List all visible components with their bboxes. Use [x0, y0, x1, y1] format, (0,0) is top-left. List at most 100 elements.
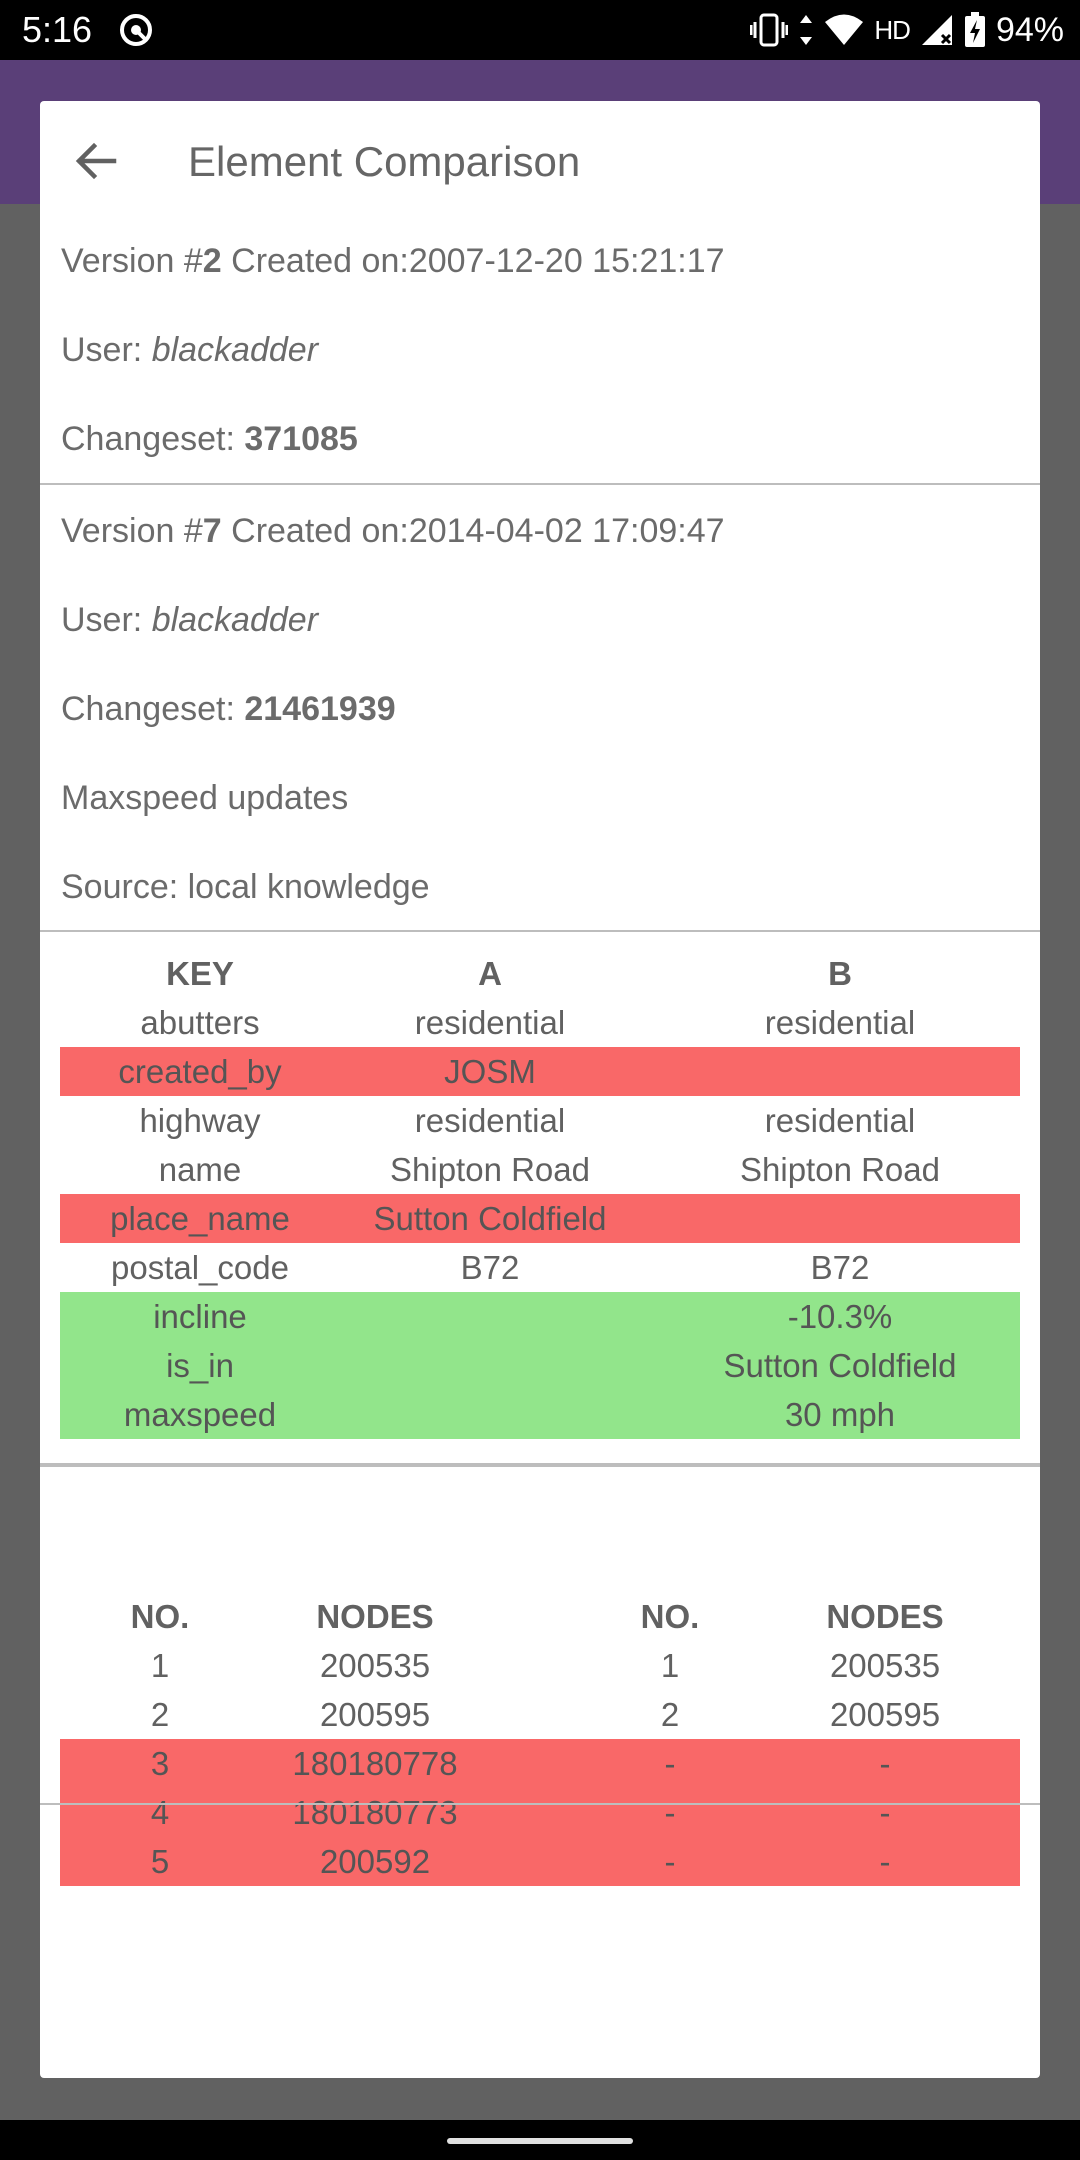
tag-table-header: KEY A B	[60, 949, 1020, 998]
node-index-b: -	[664, 1793, 676, 1831]
status-bar: 5:16 HD 94%	[0, 0, 1080, 60]
column-header-a: A	[478, 954, 502, 992]
section-divider	[40, 1803, 1040, 1805]
version-a-user: User: blackadder	[61, 330, 318, 370]
tag-value-b: residential	[764, 1003, 916, 1041]
tag-key: name	[158, 1150, 242, 1188]
tag-value-a: B72	[460, 1248, 520, 1286]
vibrate-icon	[750, 13, 789, 47]
column-header-no-b: NO.	[640, 1597, 700, 1635]
version-a-created: Version #2 Created on:2007-12-20 15:21:1…	[61, 241, 725, 281]
column-header-no-a: NO.	[130, 1597, 190, 1635]
status-icons: HD 94%	[750, 8, 1064, 52]
node-index-b: 2	[660, 1695, 680, 1733]
node-id-b: 200595	[829, 1695, 941, 1733]
tag-value-b: Shipton Road	[740, 1150, 940, 1188]
battery-charging-icon	[964, 12, 985, 47]
tag-value-a: residential	[414, 1101, 566, 1139]
back-arrow-icon[interactable]	[68, 133, 124, 189]
signal-icon	[921, 15, 952, 45]
tag-value-b: residential	[764, 1101, 916, 1139]
tag-key: created_by	[118, 1052, 282, 1090]
section-divider	[40, 1463, 1040, 1467]
dialog-header: Element Comparison	[40, 101, 1040, 221]
home-gesture-handle[interactable]	[447, 2138, 633, 2144]
node-comparison-table: NO. NODES NO. NODES 1 200535 1 200535 2 …	[60, 1592, 1020, 1886]
node-id-b: -	[879, 1793, 891, 1831]
tag-row: place_name Sutton Coldfield	[60, 1194, 1020, 1243]
created-date: 2014-04-02 17:09:47	[408, 512, 725, 550]
tag-row: name Shipton Road Shipton Road	[60, 1145, 1020, 1194]
tag-value-a: residential	[414, 1003, 566, 1041]
version-number: 7	[202, 512, 222, 550]
version-label: Version #	[61, 242, 203, 280]
user-label: User:	[61, 331, 152, 369]
version-a-changeset: Changeset: 371085	[61, 419, 358, 459]
wifi-icon	[825, 14, 864, 45]
tag-key: place_name	[110, 1199, 290, 1237]
node-id-a: 200535	[319, 1646, 431, 1684]
node-id-a: 200592	[319, 1842, 431, 1880]
version-number: 2	[202, 242, 222, 280]
section-divider	[40, 930, 1040, 932]
node-index-a: 2	[150, 1695, 170, 1733]
tag-row: highway residential residential	[60, 1096, 1020, 1145]
node-id-a: 200595	[319, 1695, 431, 1733]
node-index-a: 4	[150, 1793, 170, 1831]
tag-key: postal_code	[111, 1248, 289, 1286]
version-label: Version #	[61, 512, 203, 550]
node-row: 4 180180773 - -	[60, 1788, 1020, 1837]
created-date: 2007-12-20 15:21:17	[408, 242, 725, 280]
node-index-b: -	[664, 1842, 676, 1880]
node-row: 2 200595 2 200595	[60, 1690, 1020, 1739]
node-table-header: NO. NODES NO. NODES	[60, 1592, 1020, 1641]
tag-key: highway	[139, 1101, 261, 1139]
column-header-b: B	[828, 954, 852, 992]
tag-row: postal_code B72 B72	[60, 1243, 1020, 1292]
created-label: Created on:	[221, 242, 409, 280]
tag-row: abutters residential residential	[60, 998, 1020, 1047]
tag-comparison-table: KEY A B abutters residential residential…	[60, 949, 1020, 1439]
node-id-b: -	[879, 1842, 891, 1880]
tag-value-b: Sutton Coldfield	[723, 1346, 957, 1384]
tag-row: incline -10.3%	[60, 1292, 1020, 1341]
node-id-b: -	[879, 1744, 891, 1782]
navigation-bar	[0, 2120, 1080, 2160]
battery-percent: 94%	[995, 10, 1064, 49]
tag-key: abutters	[140, 1003, 260, 1041]
user-name: blackadder	[151, 331, 319, 369]
version-b-created: Version #7 Created on:2014-04-02 17:09:4…	[61, 511, 725, 551]
tag-value-b: -10.3%	[787, 1297, 893, 1335]
tag-row: is_in Sutton Coldfield	[60, 1341, 1020, 1390]
tag-row: created_by JOSM	[60, 1047, 1020, 1096]
section-divider	[40, 483, 1040, 485]
node-index-b: 1	[660, 1646, 680, 1684]
node-row: 5 200592 - -	[60, 1837, 1020, 1886]
changeset-number: 21461939	[244, 690, 396, 728]
version-b-comment: Maxspeed updates	[61, 779, 349, 817]
status-time: 5:16	[22, 9, 93, 50]
data-arrows-icon	[800, 15, 813, 45]
node-id-a: 180180773	[292, 1793, 458, 1831]
node-row: 1 200535 1 200535	[60, 1641, 1020, 1690]
changeset-label: Changeset:	[61, 420, 245, 458]
element-comparison-dialog: Element Comparison Version #2 Created on…	[40, 101, 1040, 2078]
column-header-nodes-a: NODES	[316, 1597, 434, 1635]
version-b-source: Source: local knowledge	[61, 868, 430, 906]
tag-value-a: Shipton Road	[390, 1150, 590, 1188]
version-b-user: User: blackadder	[61, 600, 318, 640]
tag-key: maxspeed	[123, 1395, 277, 1433]
version-b-changeset: Changeset: 21461939	[61, 689, 396, 729]
column-header-key: KEY	[166, 954, 234, 992]
changeset-label: Changeset:	[61, 690, 245, 728]
node-index-a: 3	[150, 1744, 170, 1782]
node-id-b: 200535	[829, 1646, 941, 1684]
node-row: 3 180180778 - -	[60, 1739, 1020, 1788]
tag-value-a: JOSM	[444, 1052, 536, 1090]
user-name: blackadder	[151, 601, 319, 639]
app-notification-icon	[120, 14, 152, 46]
tag-value-b: 30 mph	[784, 1395, 896, 1433]
tag-value-a: Sutton Coldfield	[373, 1199, 607, 1237]
tag-key: is_in	[166, 1346, 234, 1384]
node-id-a: 180180778	[292, 1744, 458, 1782]
